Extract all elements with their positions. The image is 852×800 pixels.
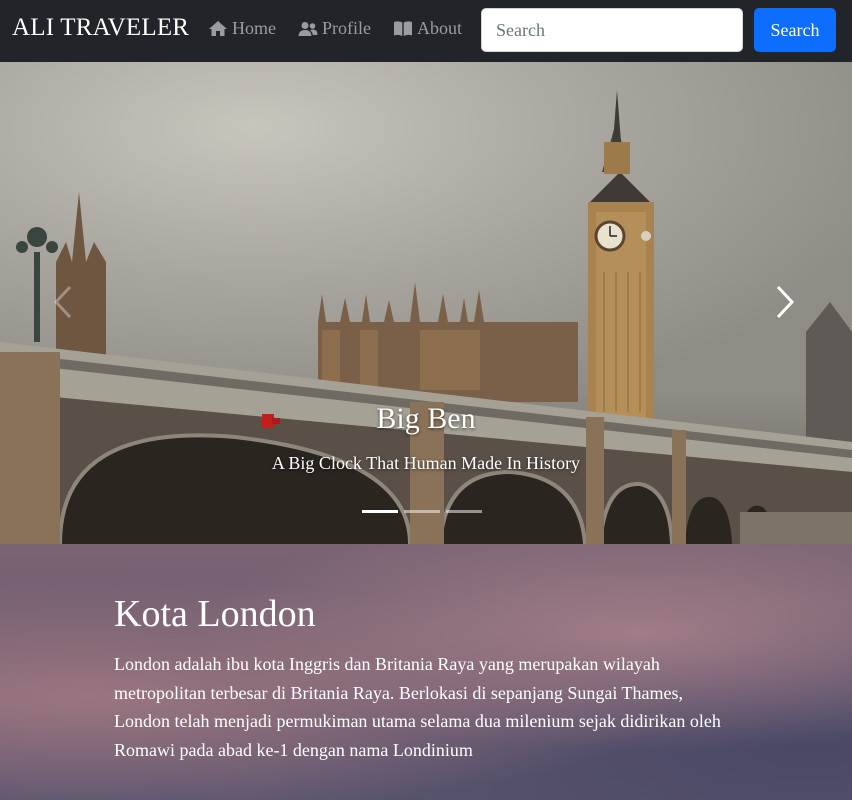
carousel-prev-button[interactable] xyxy=(50,284,74,320)
brand-logo[interactable]: ALI TRAVELER xyxy=(12,14,189,42)
home-icon xyxy=(209,21,227,36)
search-button[interactable]: Search xyxy=(754,8,836,52)
section-paragraph: London adalah ibu kota Inggris dan Brita… xyxy=(114,654,721,760)
nav-profile-label: Profile xyxy=(322,18,371,38)
nav-about-label: About xyxy=(417,18,462,38)
chevron-left-icon xyxy=(53,285,72,319)
hero-carousel: Big Ben A Big Clock That Human Made In H… xyxy=(0,62,852,544)
carousel-indicator-3[interactable] xyxy=(446,510,482,513)
carousel-caption-title: Big Ben xyxy=(376,402,476,435)
about-london-section: Kota London London adalah ibu kota Inggr… xyxy=(0,544,852,800)
nav-home[interactable]: Home xyxy=(208,18,276,39)
navbar: ALI TRAVELER Home Profile About Search xyxy=(0,0,852,62)
section-title: Kota London xyxy=(114,593,316,635)
book-icon xyxy=(394,21,412,36)
users-icon xyxy=(298,21,318,36)
chevron-right-icon xyxy=(776,285,795,319)
nav-profile[interactable]: Profile xyxy=(298,18,371,39)
carousel-caption-text: A Big Clock That Human Made In History xyxy=(271,453,581,473)
nav-home-label: Home xyxy=(232,18,276,38)
carousel-indicators xyxy=(362,510,482,513)
nav-about[interactable]: About xyxy=(393,18,462,39)
carousel-indicator-2[interactable] xyxy=(404,510,440,513)
carousel-indicator-1[interactable] xyxy=(362,510,398,513)
search-input[interactable] xyxy=(481,8,743,52)
carousel-next-button[interactable] xyxy=(774,284,798,320)
